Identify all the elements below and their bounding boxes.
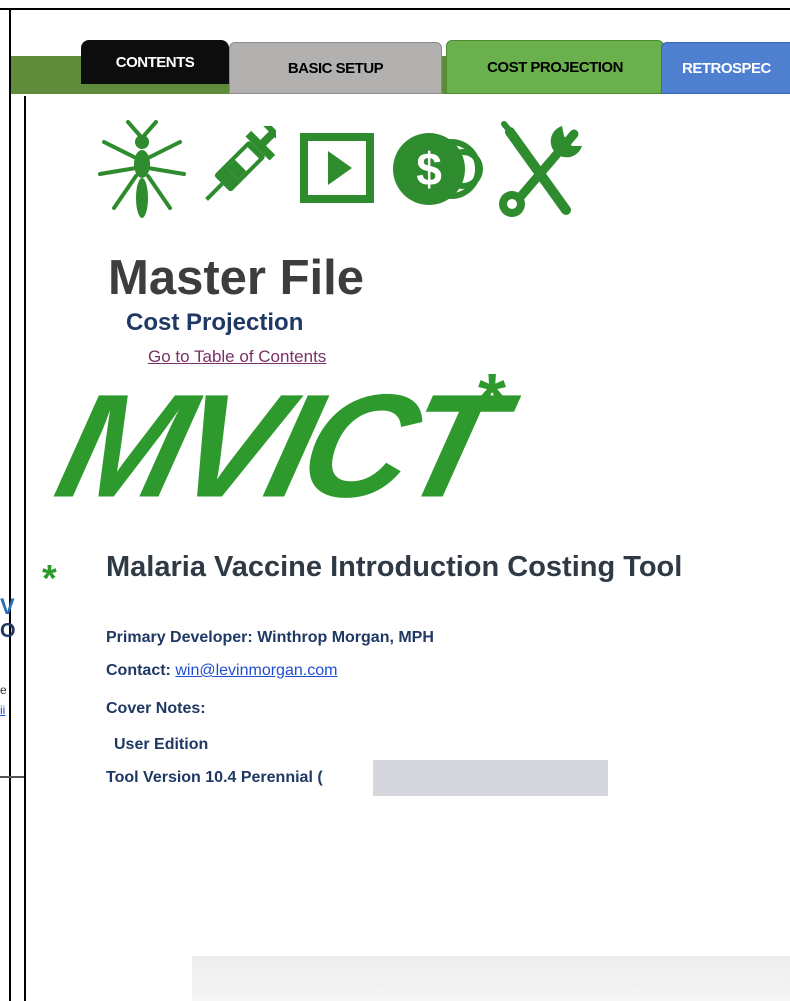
bottom-panel: [192, 956, 790, 1001]
tab-basic-setup[interactable]: BASIC SETUP: [229, 42, 442, 94]
dollar-coins-icon: $: [393, 133, 483, 205]
window-top-border: [0, 8, 790, 10]
developer-line: Primary Developer: Winthrop Morgan, MPH: [106, 629, 434, 647]
background-text-fragment: V: [0, 594, 15, 619]
contact-line: Contact: win@levinmorgan.com: [106, 662, 337, 680]
redacted-block: [373, 760, 608, 796]
version-label: Tool Version 10.4 Perennial (: [106, 769, 323, 786]
logo-asterisk: *: [478, 360, 507, 440]
tab-cost-projection[interactable]: COST PROJECTION: [446, 40, 664, 94]
svg-text:$: $: [416, 143, 442, 195]
tab-contents[interactable]: CONTENTS: [81, 40, 229, 84]
contact-email-link[interactable]: win@levinmorgan.com: [175, 662, 337, 679]
background-window-edge: [0, 776, 26, 778]
sheet-left-border: [24, 96, 26, 1001]
background-text-fragment: e: [0, 683, 7, 697]
window-left-border: [9, 8, 11, 1001]
developer-label: Primary Developer:: [106, 629, 253, 646]
tab-retrospective[interactable]: RETROSPEC: [661, 42, 790, 94]
play-icon: [300, 133, 374, 203]
contact-label: Contact:: [106, 662, 171, 679]
mvict-logo: MVICT: [43, 363, 511, 528]
developer-value: Winthrop Morgan, MPH: [257, 629, 434, 646]
background-text-fragment: O: [0, 620, 16, 642]
cover-notes-label: Cover Notes:: [106, 700, 206, 717]
edition-label: User Edition: [114, 736, 209, 753]
background-link-fragment: ii: [0, 703, 6, 717]
mosquito-icon: [98, 120, 186, 218]
page-title: Master File: [108, 251, 364, 305]
tool-name: Malaria Vaccine Introduction Costing Too…: [106, 551, 683, 583]
page-subtitle: Cost Projection: [126, 309, 304, 336]
tools-icon: [499, 121, 582, 217]
tool-asterisk: *: [42, 558, 57, 600]
syringe-icon: [205, 126, 276, 201]
